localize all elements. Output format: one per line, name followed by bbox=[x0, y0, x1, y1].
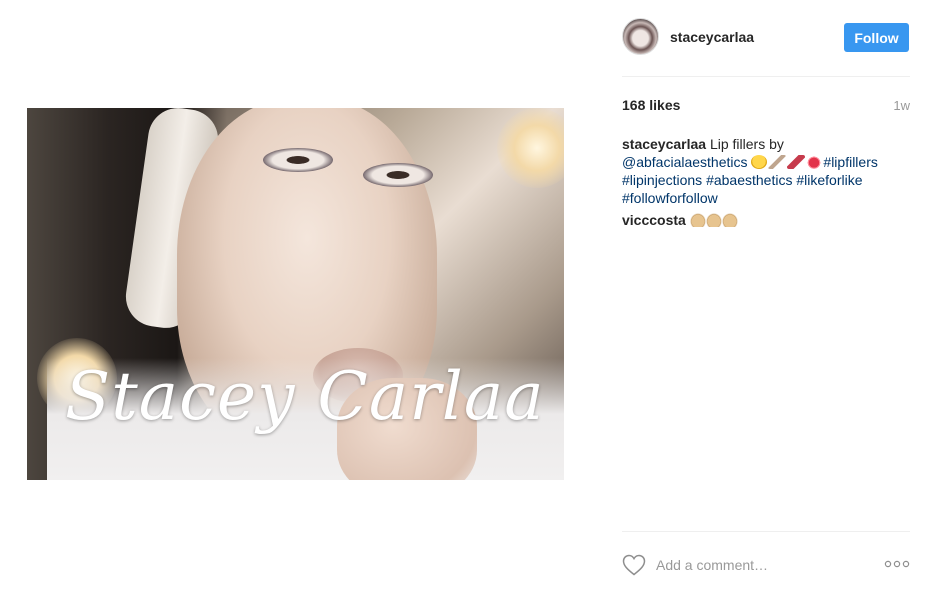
chandelier-light bbox=[497, 108, 564, 188]
likes-count[interactable]: 168 likes bbox=[622, 97, 680, 113]
comment-item: vicccosta bbox=[622, 211, 910, 229]
heart-eyes-emoji bbox=[751, 155, 768, 169]
footer-divider bbox=[622, 531, 910, 532]
post-header: staceycarlaa Follow bbox=[622, 17, 910, 57]
header-divider bbox=[622, 76, 910, 77]
add-comment-input[interactable] bbox=[656, 554, 866, 576]
comment-bar bbox=[622, 550, 910, 580]
heart-icon[interactable] bbox=[622, 554, 646, 576]
raised-hands-emoji bbox=[721, 213, 738, 227]
comment-item: staceycarlaa Lip fillers by @abfacialaes… bbox=[622, 135, 910, 207]
hashtag-link[interactable]: #abaesthetics bbox=[706, 172, 792, 188]
photo-eye-left bbox=[263, 148, 333, 172]
post-sidebar: staceycarlaa Follow 168 likes 1w staceyc… bbox=[622, 0, 910, 596]
hashtag-link[interactable]: #lipinjections bbox=[622, 172, 702, 188]
comment-author[interactable]: staceycarlaa bbox=[622, 136, 706, 152]
avatar[interactable] bbox=[622, 18, 659, 55]
more-options-icon[interactable] bbox=[884, 559, 910, 569]
lipstick-emoji bbox=[787, 155, 806, 169]
hashtag-link[interactable]: #likeforlike bbox=[796, 172, 862, 188]
comments-list: staceycarlaa Lip fillers by @abfacialaes… bbox=[622, 135, 910, 233]
comment-author[interactable]: vicccosta bbox=[622, 212, 686, 228]
follow-button[interactable]: Follow bbox=[844, 23, 909, 52]
syringe-emoji bbox=[768, 155, 787, 169]
comment-text: Lip fillers by bbox=[709, 136, 784, 152]
raised-hands-emoji bbox=[689, 213, 706, 227]
photo-watermark: Stacey Carlaa bbox=[65, 358, 545, 435]
mention-link[interactable]: @abfacialaesthetics bbox=[622, 154, 748, 170]
post-photo[interactable]: Stacey Carlaa bbox=[27, 108, 564, 480]
hashtag-link[interactable]: #followforfollow bbox=[622, 190, 718, 206]
kiss-mark-emoji bbox=[806, 155, 823, 169]
post-time[interactable]: 1w bbox=[893, 98, 910, 113]
hashtag-link[interactable]: #lipfillers bbox=[823, 154, 877, 170]
username-link[interactable]: staceycarlaa bbox=[670, 29, 754, 45]
raised-hands-emoji bbox=[705, 213, 722, 227]
photo-eye-right bbox=[363, 163, 433, 187]
